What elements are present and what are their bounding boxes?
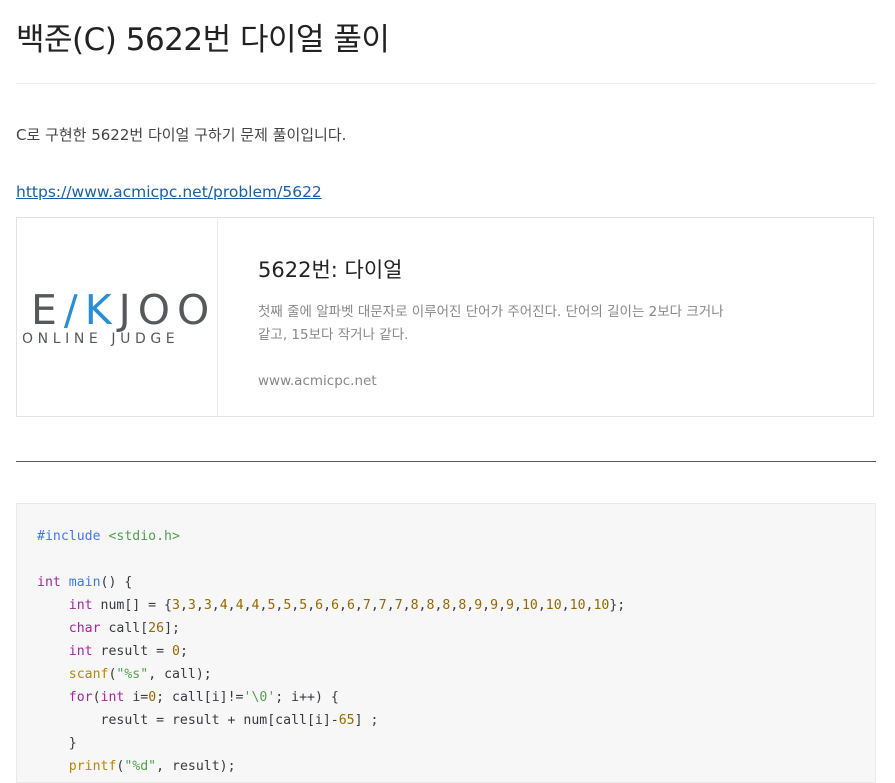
code-line: result = result + num[call[i]-65] ; (37, 713, 379, 728)
card-thumbnail: E/KJOO ONLINE JUDGE (17, 218, 218, 416)
code-line: printf("%d", result); (68, 759, 236, 774)
card-title[interactable]: 5622번: 다이얼 (258, 254, 738, 284)
post-title: 백준(C) 5622번 다이얼 풀이 (16, 22, 390, 58)
code-line: int main() { (37, 575, 133, 590)
title-divider (16, 83, 876, 84)
code-line: scanf("%s", call); (68, 667, 212, 682)
intro-text: C로 구현한 5622번 다이얼 구하기 문제 풀이입니다. (16, 126, 347, 144)
section-divider (16, 461, 876, 462)
card-domain: www.acmicpc.net (258, 373, 377, 389)
code-line: #include <stdio.h> (37, 529, 180, 544)
logo-subtitle: ONLINE JUDGE (22, 331, 180, 347)
code-line: int num[] = {3,3,3,4,4,4,5,5,5,6,6,6,7,7… (68, 598, 626, 613)
card-description: 첫째 줄에 알파벳 대문자로 이루어진 단어가 주어진다. 단어의 길이는 2보… (258, 304, 724, 343)
code-line: } (37, 736, 77, 751)
link-preview-card[interactable]: E/KJOO ONLINE JUDGE 5622번: 다이얼 첫째 줄에 알파벳… (16, 217, 874, 417)
code-line: int result = 0; (68, 644, 188, 659)
code-line: for(int i=0; call[i]!='\0'; i++) { (68, 690, 339, 705)
code-line: char call[26]; (68, 621, 180, 636)
baekjoon-logo: E/KJOO (31, 286, 217, 334)
problem-link[interactable]: https://www.acmicpc.net/problem/5622 (16, 183, 322, 201)
card-body: 5622번: 다이얼 첫째 줄에 알파벳 대문자로 이루어진 단어가 주어진다.… (258, 254, 738, 389)
code-text: #include <stdio.h> int main() { int num[… (37, 525, 625, 778)
code-block: #include <stdio.h> int main() { int num[… (16, 503, 876, 783)
